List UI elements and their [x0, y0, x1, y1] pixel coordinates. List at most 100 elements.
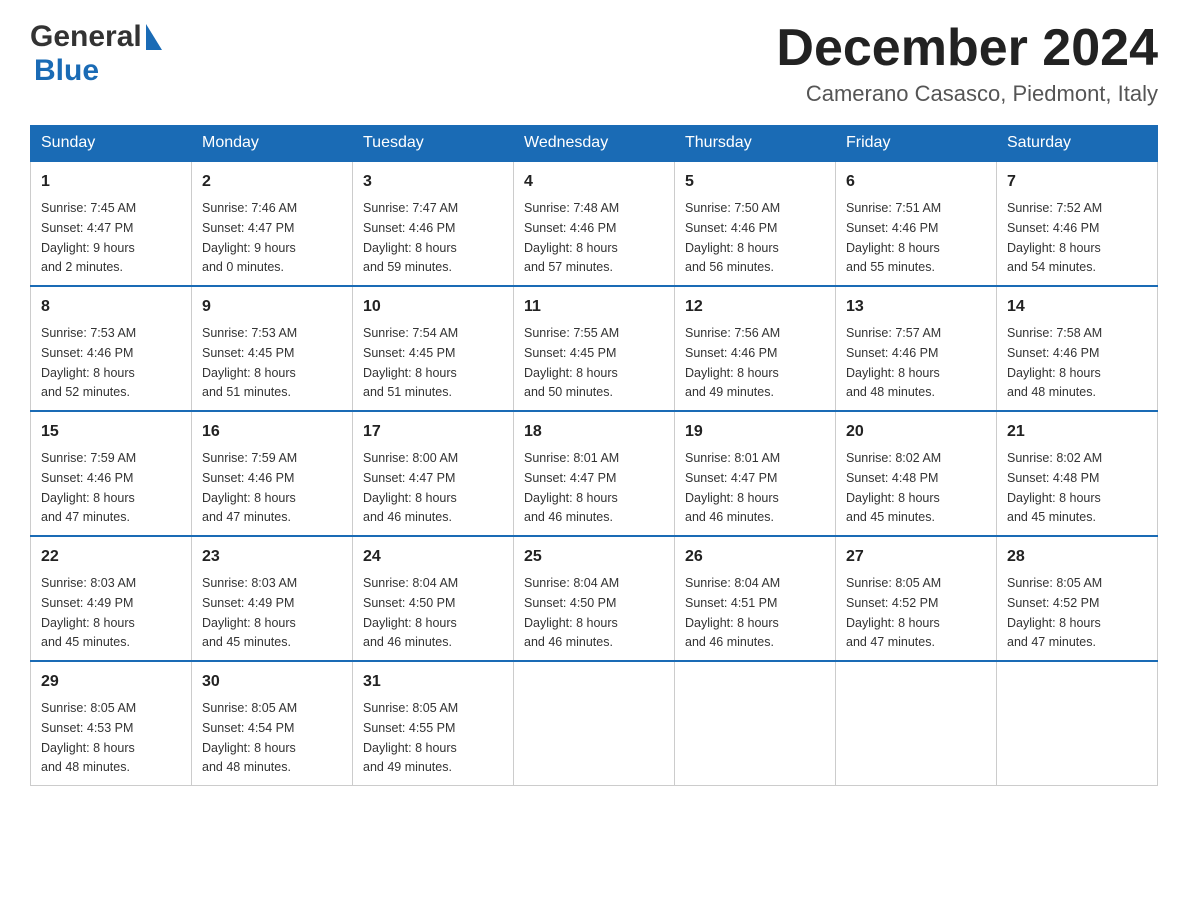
calendar-week-row: 8 Sunrise: 7:53 AMSunset: 4:46 PMDayligh… — [31, 286, 1158, 411]
day-number: 26 — [685, 545, 825, 569]
table-row: 30 Sunrise: 8:05 AMSunset: 4:54 PMDaylig… — [192, 661, 353, 786]
day-info: Sunrise: 8:02 AMSunset: 4:48 PMDaylight:… — [1007, 451, 1102, 524]
day-number: 5 — [685, 170, 825, 194]
day-number: 6 — [846, 170, 986, 194]
day-info: Sunrise: 8:05 AMSunset: 4:54 PMDaylight:… — [202, 701, 297, 774]
day-number: 13 — [846, 295, 986, 319]
day-info: Sunrise: 8:04 AMSunset: 4:51 PMDaylight:… — [685, 576, 780, 649]
table-row: 10 Sunrise: 7:54 AMSunset: 4:45 PMDaylig… — [353, 286, 514, 411]
day-info: Sunrise: 7:45 AMSunset: 4:47 PMDaylight:… — [41, 201, 136, 274]
table-row: 6 Sunrise: 7:51 AMSunset: 4:46 PMDayligh… — [836, 161, 997, 286]
day-info: Sunrise: 8:02 AMSunset: 4:48 PMDaylight:… — [846, 451, 941, 524]
day-info: Sunrise: 7:57 AMSunset: 4:46 PMDaylight:… — [846, 326, 941, 399]
day-info: Sunrise: 8:04 AMSunset: 4:50 PMDaylight:… — [363, 576, 458, 649]
calendar-week-row: 15 Sunrise: 7:59 AMSunset: 4:46 PMDaylig… — [31, 411, 1158, 536]
table-row — [514, 661, 675, 786]
day-info: Sunrise: 7:55 AMSunset: 4:45 PMDaylight:… — [524, 326, 619, 399]
logo-general: General — [30, 20, 142, 54]
logo: General Blue — [30, 20, 162, 88]
day-info: Sunrise: 7:46 AMSunset: 4:47 PMDaylight:… — [202, 201, 297, 274]
col-thursday: Thursday — [675, 126, 836, 162]
day-info: Sunrise: 8:01 AMSunset: 4:47 PMDaylight:… — [685, 451, 780, 524]
day-info: Sunrise: 7:47 AMSunset: 4:46 PMDaylight:… — [363, 201, 458, 274]
day-info: Sunrise: 8:05 AMSunset: 4:52 PMDaylight:… — [846, 576, 941, 649]
col-tuesday: Tuesday — [353, 126, 514, 162]
day-info: Sunrise: 7:48 AMSunset: 4:46 PMDaylight:… — [524, 201, 619, 274]
day-number: 17 — [363, 420, 503, 444]
table-row: 27 Sunrise: 8:05 AMSunset: 4:52 PMDaylig… — [836, 536, 997, 661]
table-row — [997, 661, 1158, 786]
table-row — [836, 661, 997, 786]
logo-blue: Blue — [30, 54, 99, 87]
day-number: 8 — [41, 295, 181, 319]
day-number: 10 — [363, 295, 503, 319]
logo-flag-icon — [146, 24, 162, 50]
day-info: Sunrise: 8:05 AMSunset: 4:52 PMDaylight:… — [1007, 576, 1102, 649]
day-number: 28 — [1007, 545, 1147, 569]
day-number: 15 — [41, 420, 181, 444]
day-number: 21 — [1007, 420, 1147, 444]
table-row: 23 Sunrise: 8:03 AMSunset: 4:49 PMDaylig… — [192, 536, 353, 661]
page-header: General Blue December 2024 Camerano Casa… — [30, 20, 1158, 107]
calendar-title: December 2024 — [776, 20, 1158, 77]
table-row: 5 Sunrise: 7:50 AMSunset: 4:46 PMDayligh… — [675, 161, 836, 286]
table-row: 26 Sunrise: 8:04 AMSunset: 4:51 PMDaylig… — [675, 536, 836, 661]
table-row: 25 Sunrise: 8:04 AMSunset: 4:50 PMDaylig… — [514, 536, 675, 661]
day-number: 2 — [202, 170, 342, 194]
calendar-location: Camerano Casasco, Piedmont, Italy — [776, 81, 1158, 107]
table-row: 18 Sunrise: 8:01 AMSunset: 4:47 PMDaylig… — [514, 411, 675, 536]
day-info: Sunrise: 7:52 AMSunset: 4:46 PMDaylight:… — [1007, 201, 1102, 274]
day-number: 1 — [41, 170, 181, 194]
table-row: 2 Sunrise: 7:46 AMSunset: 4:47 PMDayligh… — [192, 161, 353, 286]
day-number: 23 — [202, 545, 342, 569]
col-friday: Friday — [836, 126, 997, 162]
day-number: 20 — [846, 420, 986, 444]
table-row — [675, 661, 836, 786]
day-number: 29 — [41, 670, 181, 694]
day-info: Sunrise: 7:51 AMSunset: 4:46 PMDaylight:… — [846, 201, 941, 274]
day-info: Sunrise: 8:01 AMSunset: 4:47 PMDaylight:… — [524, 451, 619, 524]
table-row: 19 Sunrise: 8:01 AMSunset: 4:47 PMDaylig… — [675, 411, 836, 536]
day-number: 30 — [202, 670, 342, 694]
table-row: 4 Sunrise: 7:48 AMSunset: 4:46 PMDayligh… — [514, 161, 675, 286]
table-row: 21 Sunrise: 8:02 AMSunset: 4:48 PMDaylig… — [997, 411, 1158, 536]
col-wednesday: Wednesday — [514, 126, 675, 162]
day-info: Sunrise: 8:05 AMSunset: 4:55 PMDaylight:… — [363, 701, 458, 774]
day-number: 14 — [1007, 295, 1147, 319]
table-row: 29 Sunrise: 8:05 AMSunset: 4:53 PMDaylig… — [31, 661, 192, 786]
day-info: Sunrise: 8:04 AMSunset: 4:50 PMDaylight:… — [524, 576, 619, 649]
day-info: Sunrise: 8:03 AMSunset: 4:49 PMDaylight:… — [202, 576, 297, 649]
table-row: 28 Sunrise: 8:05 AMSunset: 4:52 PMDaylig… — [997, 536, 1158, 661]
day-info: Sunrise: 7:50 AMSunset: 4:46 PMDaylight:… — [685, 201, 780, 274]
table-row: 3 Sunrise: 7:47 AMSunset: 4:46 PMDayligh… — [353, 161, 514, 286]
day-number: 4 — [524, 170, 664, 194]
table-row: 20 Sunrise: 8:02 AMSunset: 4:48 PMDaylig… — [836, 411, 997, 536]
col-monday: Monday — [192, 126, 353, 162]
table-row: 31 Sunrise: 8:05 AMSunset: 4:55 PMDaylig… — [353, 661, 514, 786]
day-number: 16 — [202, 420, 342, 444]
day-number: 19 — [685, 420, 825, 444]
table-row: 15 Sunrise: 7:59 AMSunset: 4:46 PMDaylig… — [31, 411, 192, 536]
day-number: 9 — [202, 295, 342, 319]
table-row: 11 Sunrise: 7:55 AMSunset: 4:45 PMDaylig… — [514, 286, 675, 411]
day-number: 12 — [685, 295, 825, 319]
day-info: Sunrise: 8:00 AMSunset: 4:47 PMDaylight:… — [363, 451, 458, 524]
table-row: 7 Sunrise: 7:52 AMSunset: 4:46 PMDayligh… — [997, 161, 1158, 286]
table-row: 17 Sunrise: 8:00 AMSunset: 4:47 PMDaylig… — [353, 411, 514, 536]
day-number: 25 — [524, 545, 664, 569]
day-number: 31 — [363, 670, 503, 694]
calendar-title-area: December 2024 Camerano Casasco, Piedmont… — [776, 20, 1158, 107]
calendar-week-row: 22 Sunrise: 8:03 AMSunset: 4:49 PMDaylig… — [31, 536, 1158, 661]
table-row: 24 Sunrise: 8:04 AMSunset: 4:50 PMDaylig… — [353, 536, 514, 661]
day-info: Sunrise: 7:59 AMSunset: 4:46 PMDaylight:… — [41, 451, 136, 524]
calendar-week-row: 29 Sunrise: 8:05 AMSunset: 4:53 PMDaylig… — [31, 661, 1158, 786]
day-info: Sunrise: 7:58 AMSunset: 4:46 PMDaylight:… — [1007, 326, 1102, 399]
day-number: 27 — [846, 545, 986, 569]
day-number: 11 — [524, 295, 664, 319]
day-info: Sunrise: 7:54 AMSunset: 4:45 PMDaylight:… — [363, 326, 458, 399]
day-number: 7 — [1007, 170, 1147, 194]
calendar-header-row: Sunday Monday Tuesday Wednesday Thursday… — [31, 126, 1158, 162]
table-row: 22 Sunrise: 8:03 AMSunset: 4:49 PMDaylig… — [31, 536, 192, 661]
table-row: 8 Sunrise: 7:53 AMSunset: 4:46 PMDayligh… — [31, 286, 192, 411]
table-row: 14 Sunrise: 7:58 AMSunset: 4:46 PMDaylig… — [997, 286, 1158, 411]
